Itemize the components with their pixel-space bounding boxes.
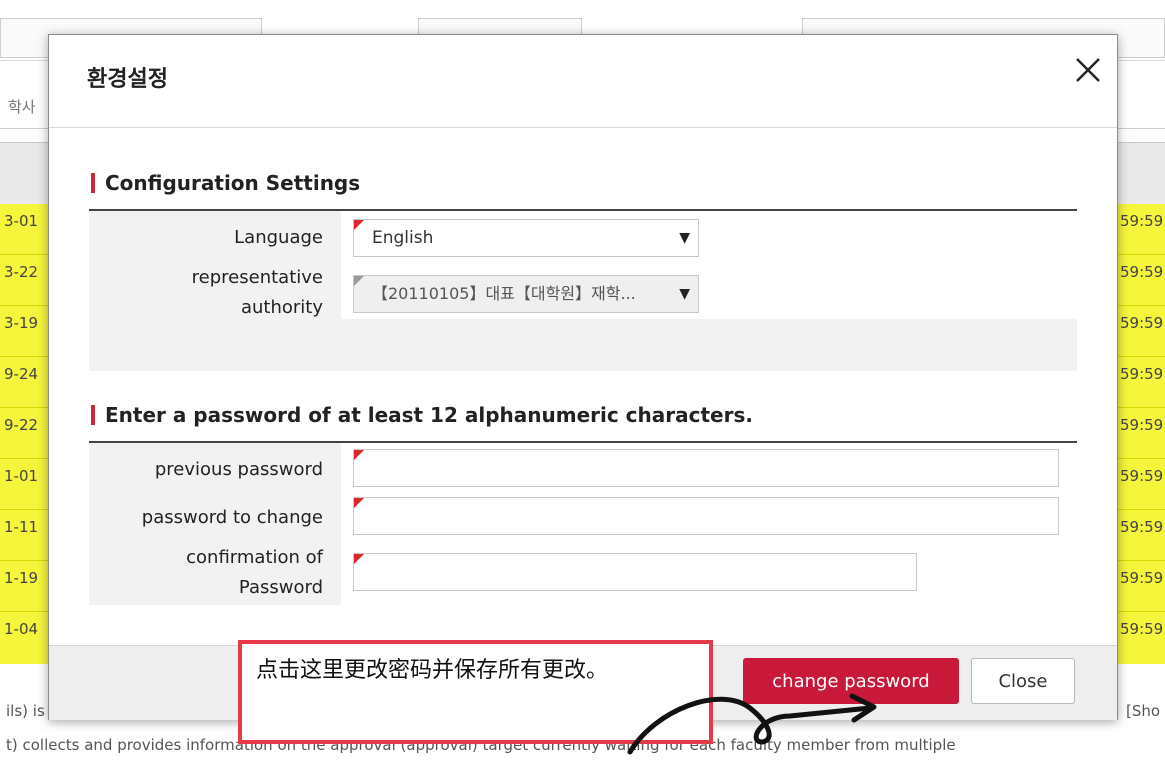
table-cell: 9-22 <box>4 416 39 434</box>
confirm-password-input[interactable] <box>353 553 917 591</box>
required-marker <box>354 450 364 460</box>
close-icon[interactable] <box>1071 53 1105 87</box>
required-marker <box>354 220 364 230</box>
table-cell: 1-01 <box>4 467 39 485</box>
table-cell: 59:59 <box>1120 314 1164 332</box>
authority-label-line1: representative <box>191 267 323 288</box>
dropdown-arrow-icon: ▼ <box>679 230 690 246</box>
language-select[interactable]: English ▼ <box>353 219 699 257</box>
authority-value: 【20110105】대표【대학원】재학... <box>372 284 636 303</box>
password-section-title: Enter a password of at least 12 alphanum… <box>91 403 753 427</box>
table-cell: 59:59 <box>1120 518 1164 536</box>
language-value: English <box>372 228 434 248</box>
table-cell: 59:59 <box>1120 212 1164 230</box>
background-breadcrumb: 학사 <box>8 98 36 116</box>
new-password-input[interactable] <box>353 497 1059 535</box>
table-cell: 1-04 <box>4 620 39 638</box>
background-note-right: [Sho <box>1126 702 1161 720</box>
table-cell: 59:59 <box>1120 263 1164 281</box>
annotation-arrow-icon <box>627 693 877 755</box>
table-cell: 1-19 <box>4 569 39 587</box>
background-note: ils) is <box>6 702 45 720</box>
config-section-title: Configuration Settings <box>91 171 360 195</box>
previous-password-label: previous password <box>154 459 323 480</box>
dialog-title: 환경설정 <box>87 67 168 92</box>
required-marker <box>354 554 364 564</box>
table-cell: 59:59 <box>1120 467 1164 485</box>
table-cell: 9-24 <box>4 365 39 383</box>
close-button[interactable]: Close <box>971 658 1075 704</box>
table-cell: 3-01 <box>4 212 39 230</box>
confirm-password-label-line2: Password <box>238 577 323 598</box>
language-label: Language <box>234 227 323 248</box>
config-section-label: Configuration Settings <box>105 171 361 195</box>
section-marker <box>91 173 95 193</box>
table-cell: 3-22 <box>4 263 39 281</box>
change-password-label: password to change <box>141 507 323 528</box>
table-cell: 59:59 <box>1120 365 1164 383</box>
table-cell: 59:59 <box>1120 569 1164 587</box>
section-marker <box>91 405 95 425</box>
confirm-password-label-line1: confirmation of <box>186 547 323 568</box>
settings-dialog: 환경설정 Configuration Settings Language Eng… <box>48 34 1118 720</box>
required-marker <box>354 498 364 508</box>
previous-password-input[interactable] <box>353 449 1059 487</box>
required-marker <box>354 276 364 286</box>
table-cell: 1-11 <box>4 518 39 536</box>
authority-select[interactable]: 【20110105】대표【대학원】재학... ▼ <box>353 275 699 313</box>
table-cell: 59:59 <box>1120 416 1164 434</box>
authority-label-line2: authority <box>240 297 323 318</box>
table-cell: 59:59 <box>1120 620 1164 638</box>
dropdown-arrow-icon: ▼ <box>679 286 690 302</box>
password-section-label: Enter a password of at least 12 alphanum… <box>105 403 753 427</box>
table-cell: 3-19 <box>4 314 39 332</box>
dialog-divider <box>49 127 1117 128</box>
